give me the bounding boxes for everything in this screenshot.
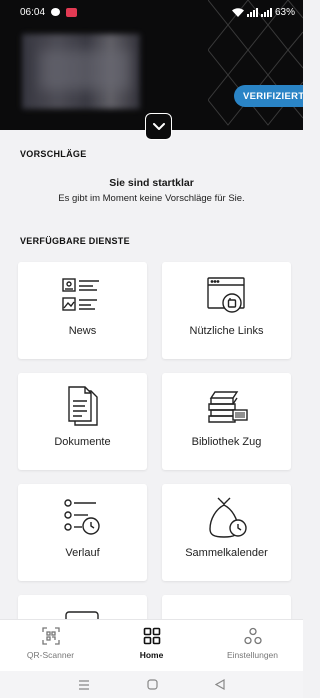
status-time: 06:04 xyxy=(20,6,46,18)
home-grid-icon xyxy=(143,627,160,645)
collapse-header-button[interactable] xyxy=(145,113,172,140)
blurred-profile-overlay xyxy=(40,50,130,90)
suggestions-empty-text: Es gibt im Moment keine Vorschläge für S… xyxy=(58,193,245,204)
news-icon xyxy=(61,278,99,311)
garbage-bag-clock-icon xyxy=(208,497,247,538)
qr-scanner-icon xyxy=(41,627,60,645)
verified-badge[interactable]: VERIFIZIERT xyxy=(234,85,303,107)
verified-label: VERIFIZIERT xyxy=(243,90,303,102)
battery-level: 63% xyxy=(274,6,295,18)
service-tile-label: Nützliche Links xyxy=(189,325,264,337)
profile-header: 06:04 63% VERIFIZIERT xyxy=(0,0,303,130)
nav-qr-scanner[interactable]: QR-Scanner xyxy=(0,620,101,671)
service-tile-history[interactable]: Verlauf xyxy=(18,484,147,581)
signal-icon xyxy=(246,7,258,17)
nav-label: Home xyxy=(139,650,164,660)
nav-label: QR-Scanner xyxy=(26,650,75,660)
nav-label: Einstellungen xyxy=(226,650,279,660)
suggestions-heading: VORSCHLÄGE xyxy=(20,149,87,159)
service-tile-label: Sammelkalender xyxy=(185,547,268,559)
status-bar: 06:04 63% xyxy=(0,0,303,24)
service-tile-label: Bibliothek Zug xyxy=(191,436,262,448)
back-icon[interactable] xyxy=(214,679,225,690)
nav-home[interactable]: Home xyxy=(101,620,202,671)
service-tile-links[interactable]: Nützliche Links xyxy=(162,262,291,359)
service-tile-collection-calendar[interactable]: Sammelkalender xyxy=(162,484,291,581)
mail-notification-icon xyxy=(66,7,78,17)
settings-icon xyxy=(243,627,262,645)
service-tile-news[interactable]: News xyxy=(18,262,147,359)
chevron-down-icon xyxy=(152,122,165,130)
nav-settings[interactable]: Einstellungen xyxy=(202,620,303,671)
suggestions-empty-title: Sie sind startklar xyxy=(109,177,194,189)
home-system-icon[interactable] xyxy=(147,679,158,690)
service-tile-label: News xyxy=(68,325,97,337)
system-navigation-bar xyxy=(0,671,303,698)
service-tile-label: Dokumente xyxy=(54,436,111,448)
service-tile-documents[interactable]: Dokumente xyxy=(18,373,147,470)
recent-apps-icon[interactable] xyxy=(78,679,90,690)
library-books-icon xyxy=(207,391,248,423)
history-list-icon xyxy=(63,499,100,535)
wifi-icon xyxy=(231,7,244,17)
signal-icon-2 xyxy=(260,7,272,17)
service-tile-library[interactable]: Bibliothek Zug xyxy=(162,373,291,470)
browser-link-icon xyxy=(206,277,245,313)
chat-notification-icon xyxy=(51,8,61,16)
documents-icon xyxy=(67,386,98,426)
bottom-navigation: QR-Scanner Home Einstellungen xyxy=(0,619,303,671)
service-tile-label: Verlauf xyxy=(65,547,100,559)
services-heading: VERFÜGBARE DIENSTE xyxy=(20,236,130,246)
